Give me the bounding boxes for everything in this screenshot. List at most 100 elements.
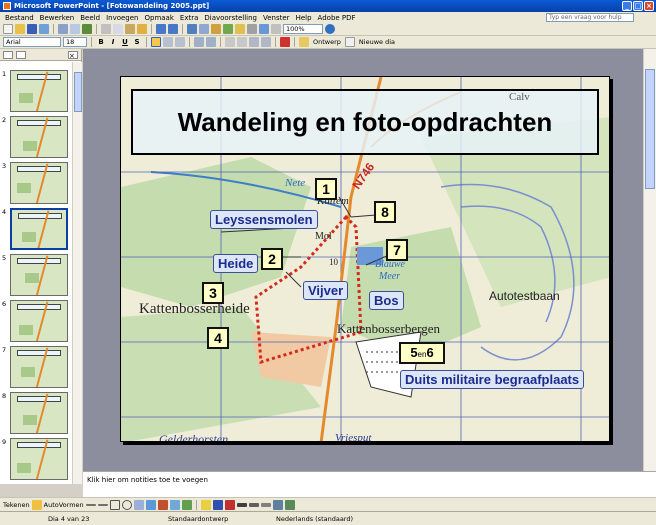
design-button[interactable]: Ontwerp	[311, 38, 343, 46]
textbox-icon[interactable]	[133, 499, 144, 510]
slide-canvas[interactable]: Wandeling en foto-opdrachten Kattenbosse…	[120, 76, 610, 442]
menu-venster[interactable]: Venster	[260, 14, 293, 22]
thumbnails-scrollbar[interactable]	[72, 62, 82, 484]
print-icon[interactable]	[58, 24, 68, 34]
increase-indent-icon[interactable]	[261, 37, 271, 47]
menu-extra[interactable]: Extra	[177, 14, 201, 22]
close-pane-icon[interactable]: ×	[68, 50, 78, 60]
save-icon[interactable]	[27, 24, 37, 34]
decrease-font-icon[interactable]	[237, 37, 247, 47]
marker-1[interactable]: 1	[315, 178, 337, 200]
format-painter-icon[interactable]	[137, 24, 147, 34]
wordart-insert-icon[interactable]	[145, 499, 156, 510]
shadow-button[interactable]: S	[132, 37, 142, 47]
fill-color-icon[interactable]	[200, 499, 211, 510]
arrow-icon[interactable]	[97, 503, 108, 506]
line-color-icon[interactable]	[212, 499, 223, 510]
dash-style-icon[interactable]	[248, 502, 259, 507]
select-objects-icon[interactable]	[31, 499, 42, 510]
help-search-input[interactable]: Typ een vraag voor hulp	[546, 13, 634, 22]
tab-outline[interactable]	[3, 50, 13, 59]
help-icon[interactable]	[325, 24, 335, 34]
font-select[interactable]: Arial	[3, 37, 61, 47]
slide-thumbnail[interactable]	[10, 346, 68, 388]
slide-thumbnail[interactable]	[10, 392, 68, 434]
menu-adobe-pdf[interactable]: Adobe PDF	[315, 14, 359, 22]
permission-icon[interactable]	[39, 24, 49, 34]
label-leyssensmolen[interactable]: Leyssensmolen	[210, 210, 318, 229]
bold-button[interactable]: B	[96, 37, 106, 47]
open-icon[interactable]	[15, 24, 25, 34]
autoshapes-button[interactable]: AutoVormen	[44, 501, 84, 509]
spelling-icon[interactable]	[82, 24, 92, 34]
slide-thumbnail[interactable]	[10, 438, 68, 480]
font-color-icon[interactable]	[280, 37, 290, 47]
new-slide-icon[interactable]	[344, 37, 355, 47]
italic-button[interactable]: I	[108, 37, 118, 47]
close-icon[interactable]: ×	[644, 1, 654, 11]
menu-opmaak[interactable]: Opmaak	[141, 14, 176, 22]
font-size-select[interactable]: 18	[63, 37, 87, 47]
undo-icon[interactable]	[156, 24, 166, 34]
marker-4[interactable]: 4	[207, 327, 229, 349]
slide-thumbnail-selected[interactable]	[10, 208, 68, 250]
scrollbar-thumb[interactable]	[645, 69, 655, 189]
oval-icon[interactable]	[121, 499, 132, 510]
label-vijver[interactable]: Vijver	[303, 281, 349, 300]
redo-icon[interactable]	[168, 24, 178, 34]
label-bos[interactable]: Bos	[369, 291, 404, 310]
marker-7[interactable]: 7	[386, 239, 408, 261]
arrow-style-icon[interactable]	[260, 502, 271, 507]
line-icon[interactable]	[85, 503, 96, 506]
insert-picture-icon[interactable]	[223, 24, 233, 34]
print-preview-icon[interactable]	[70, 24, 80, 34]
slide-thumbnail[interactable]	[10, 254, 68, 296]
menu-help[interactable]: Help	[293, 14, 315, 22]
maximize-icon[interactable]: □	[633, 1, 643, 11]
marker-3[interactable]: 3	[202, 282, 224, 304]
chart-icon[interactable]	[187, 24, 197, 34]
expand-all-icon[interactable]	[247, 24, 257, 34]
menu-invoegen[interactable]: Invoegen	[103, 14, 141, 22]
picture-icon[interactable]	[181, 499, 192, 510]
label-heide[interactable]: Heide	[213, 254, 259, 273]
cut-icon[interactable]	[101, 24, 111, 34]
slide-thumbnail[interactable]	[10, 300, 68, 342]
numbering-icon[interactable]	[194, 37, 204, 47]
bullets-icon[interactable]	[206, 37, 216, 47]
tab-slides[interactable]	[16, 50, 26, 59]
underline-button[interactable]: U	[120, 37, 130, 47]
marker-5-en-6[interactable]: 5en6	[399, 342, 445, 364]
clipart-icon[interactable]	[169, 499, 180, 510]
grid-icon[interactable]	[259, 24, 269, 34]
slide-thumbnail[interactable]	[10, 70, 68, 112]
shadow-style-icon[interactable]	[272, 499, 283, 510]
color-grayscale-icon[interactable]	[271, 24, 281, 34]
marker-2[interactable]: 2	[261, 248, 283, 270]
zoom-select[interactable]: 100%	[283, 24, 323, 34]
diagram-icon[interactable]	[157, 499, 168, 510]
tables-borders-icon[interactable]	[211, 24, 221, 34]
menu-bestand[interactable]: Bestand	[2, 14, 37, 22]
notes-pane[interactable]: Klik hier om notities toe te voegen	[83, 471, 656, 497]
table-icon[interactable]	[199, 24, 209, 34]
paste-icon[interactable]	[125, 24, 135, 34]
new-slide-button[interactable]: Nieuwe dia	[357, 38, 397, 46]
line-style-icon[interactable]	[236, 502, 247, 507]
decrease-indent-icon[interactable]	[249, 37, 259, 47]
marker-8[interactable]: 8	[374, 201, 396, 223]
scrollbar-thumb[interactable]	[74, 72, 82, 112]
wordart-icon[interactable]	[235, 24, 245, 34]
copy-icon[interactable]	[113, 24, 123, 34]
font-color-draw-icon[interactable]	[224, 499, 235, 510]
menu-bewerken[interactable]: Bewerken	[37, 14, 78, 22]
slide-thumbnail[interactable]	[10, 162, 68, 204]
new-icon[interactable]	[3, 24, 13, 34]
slide-thumbnail[interactable]	[10, 116, 68, 158]
minimize-icon[interactable]: _	[622, 1, 632, 11]
draw-menu-button[interactable]: Tekenen	[3, 501, 30, 509]
3d-style-icon[interactable]	[284, 499, 295, 510]
align-right-icon[interactable]	[175, 37, 185, 47]
menu-diavoorstelling[interactable]: Diavoorstelling	[201, 14, 260, 22]
workspace-scrollbar[interactable]	[643, 49, 656, 471]
